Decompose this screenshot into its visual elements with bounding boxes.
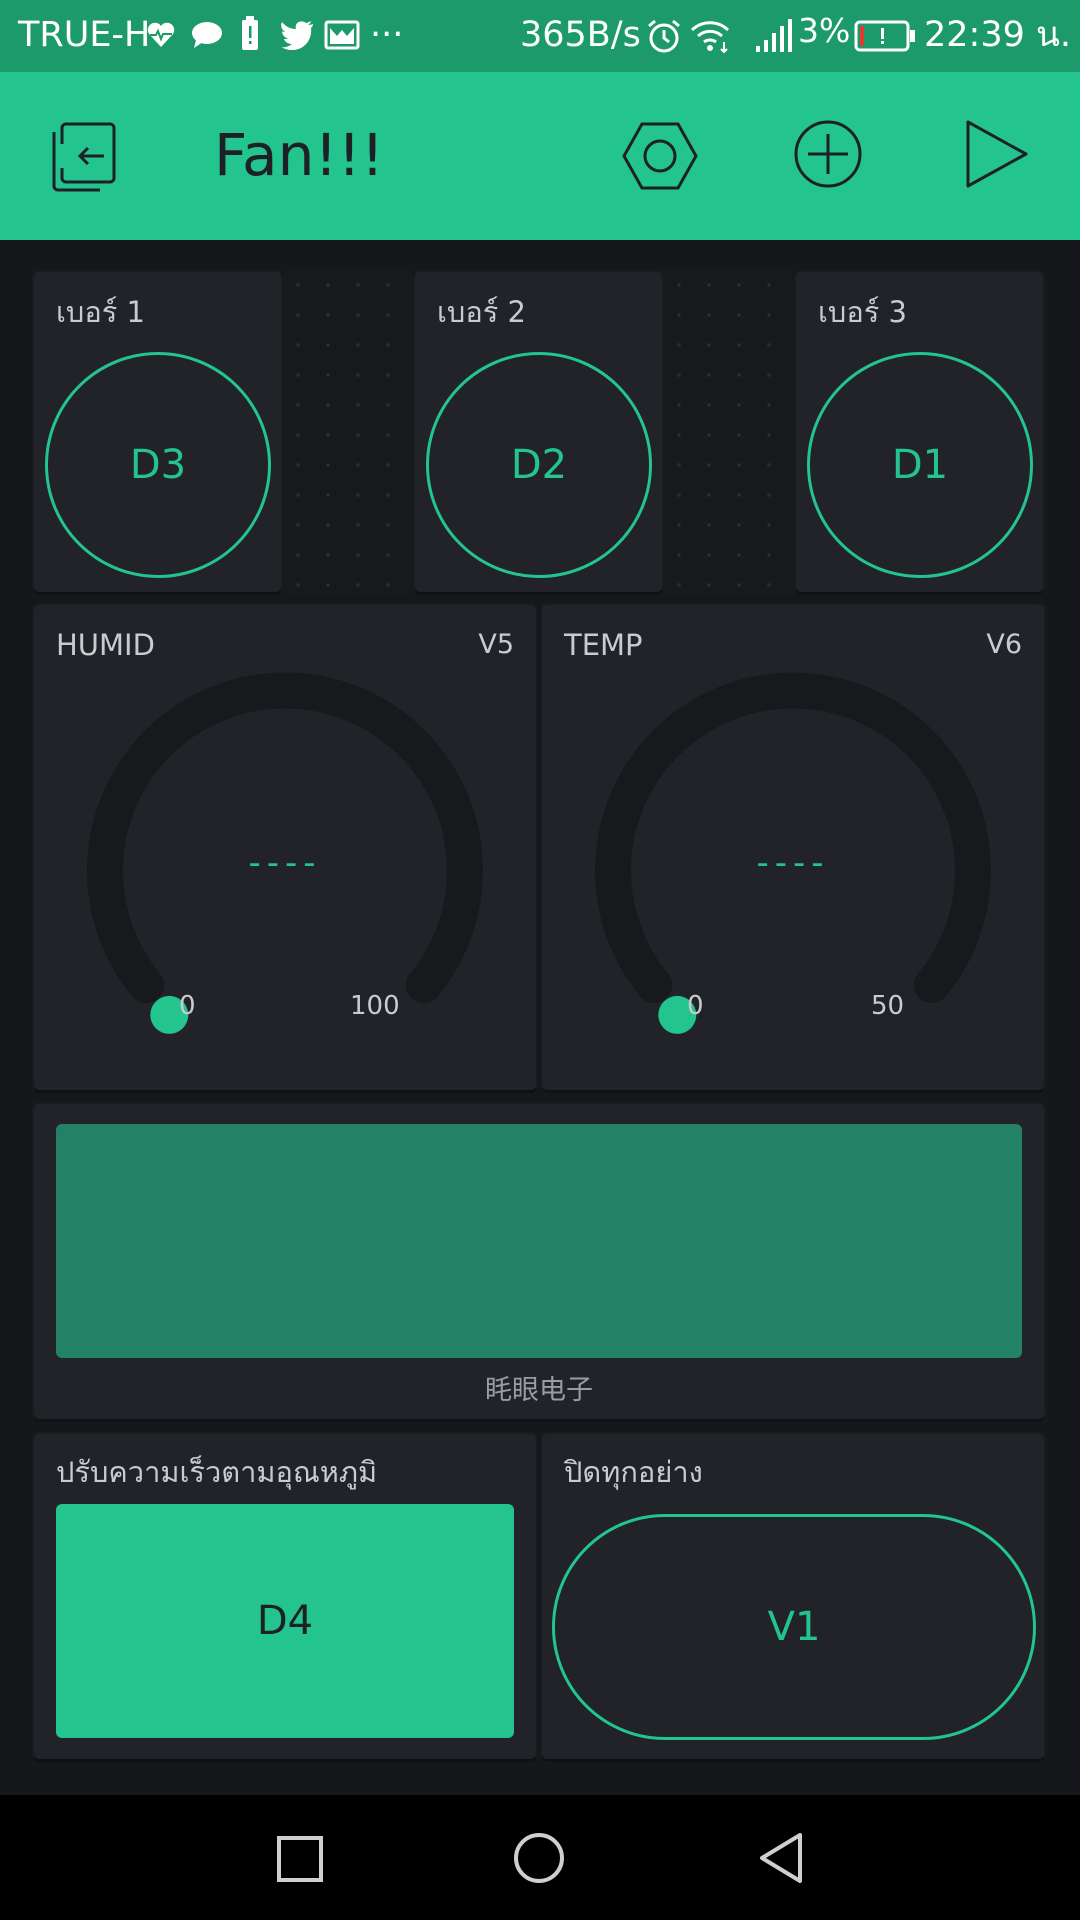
- empty-grid-cell: [283, 270, 413, 595]
- all-off-widget: ปิดทุกอย่าง V1: [542, 1434, 1044, 1759]
- battery-low-icon: [854, 20, 915, 52]
- fan-2-button[interactable]: D2: [426, 352, 652, 578]
- button-pin: D4: [256, 1598, 314, 1644]
- mail-icon: [324, 20, 360, 50]
- twitter-icon: [281, 21, 313, 50]
- add-circle-icon[interactable]: [792, 118, 864, 190]
- settings-hexagon-icon[interactable]: [622, 118, 698, 194]
- gauge-max: 50: [871, 991, 905, 1021]
- widget-label: ปิดทุกอย่าง: [564, 1455, 703, 1489]
- exit-icon[interactable]: [46, 118, 122, 194]
- widget-label: เบอร์ 1: [56, 295, 145, 329]
- gauge-max: 100: [350, 991, 400, 1021]
- dashboard: เบอร์ 1 D3 เบอร์ 2 D2 เบอร์ 3 D1 HUMID V…: [0, 240, 1080, 1795]
- gauge-value: ----: [756, 843, 830, 883]
- widget-label: ปรับความเร็วตามอุณหภูมิ: [56, 1455, 378, 1489]
- auto-speed-button[interactable]: D4: [56, 1504, 514, 1738]
- button-pin: D3: [129, 442, 187, 488]
- app-header: Fan!!!: [0, 72, 1080, 240]
- fan-2-widget: เบอร์ 2 D2: [415, 272, 662, 592]
- fan-3-button[interactable]: D1: [807, 352, 1033, 578]
- widget-label: เบอร์ 3: [818, 295, 907, 329]
- button-pin: D2: [510, 442, 568, 488]
- home-icon[interactable]: [512, 1831, 566, 1885]
- fan-3-widget: เบอร์ 3 D1: [796, 272, 1043, 592]
- wifi-icon: [690, 21, 730, 54]
- back-icon[interactable]: [756, 1831, 806, 1885]
- network-speed: 365B/s: [520, 15, 641, 55]
- lcd-caption: 眊眼电子: [485, 1375, 593, 1406]
- more-notifications: ···: [370, 15, 404, 55]
- auto-speed-widget: ปรับความเร็วตามอุณหภูมิ D4: [34, 1434, 536, 1759]
- button-pin: D1: [891, 442, 949, 488]
- fan-1-widget: เบอร์ 1 D3: [34, 272, 281, 592]
- signal-icon: [756, 19, 792, 52]
- lcd-screen: [56, 1124, 1022, 1358]
- battery-percent: 3%: [798, 11, 851, 50]
- lcd-widget: 眊眼电子: [34, 1104, 1044, 1419]
- button-pin: V1: [767, 1604, 821, 1650]
- battery-alert-icon: [242, 16, 258, 50]
- play-icon[interactable]: [962, 118, 1032, 190]
- clock: 22:39 น.: [924, 15, 1072, 55]
- all-off-button[interactable]: V1: [552, 1514, 1036, 1740]
- empty-grid-cell: [664, 270, 794, 595]
- gauge-min: 0: [179, 991, 196, 1021]
- page-title: Fan!!!: [214, 121, 385, 189]
- temp-gauge-widget: TEMP V6 ---- 0 50: [542, 605, 1044, 1090]
- widget-label: เบอร์ 2: [437, 295, 526, 329]
- alarm-icon: [648, 19, 680, 53]
- navigation-bar: [0, 1795, 1080, 1920]
- carrier-name: TRUE-H: [18, 15, 151, 55]
- status-bar: TRUE-H ··· 365B/s 3% 22:39 น.: [0, 0, 1080, 72]
- humid-gauge-widget: HUMID V5 ---- 0 100: [34, 605, 536, 1090]
- chat-bubble-icon: [192, 22, 222, 48]
- gauge-value: ----: [248, 843, 322, 883]
- recent-apps-icon[interactable]: [276, 1835, 324, 1883]
- fan-1-button[interactable]: D3: [45, 352, 271, 578]
- heart-pulse-icon: [147, 22, 175, 47]
- gauge-min: 0: [687, 991, 704, 1021]
